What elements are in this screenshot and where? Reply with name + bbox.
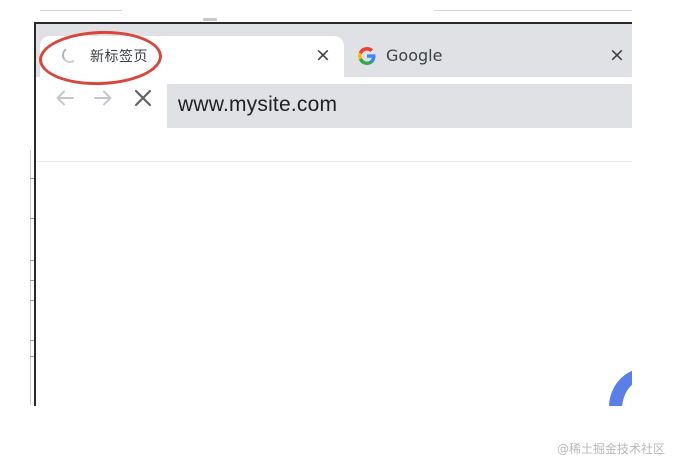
google-g-icon — [358, 47, 376, 65]
address-bar-url: www.mysite.com — [178, 93, 338, 116]
background-line — [40, 10, 122, 11]
close-icon — [134, 89, 152, 107]
watermark: @稀土掘金技术社区 — [556, 442, 665, 456]
tab-close-button[interactable]: × — [606, 44, 628, 66]
arrow-left-icon — [56, 90, 74, 106]
stop-loading-button[interactable] — [128, 83, 158, 113]
arrow-right-icon — [94, 90, 112, 106]
tab-title: Google — [386, 46, 443, 65]
background-mark — [203, 18, 217, 21]
browser-toolbar: www.mysite.com — [36, 77, 632, 162]
background-line — [434, 10, 632, 11]
address-bar[interactable]: www.mysite.com — [167, 84, 632, 128]
tab-close-button[interactable]: × — [312, 44, 334, 66]
screenshot-stage: 新标签页 × Google × www.mysite.com @稀土掘金技术社区 — [0, 0, 675, 465]
back-button[interactable] — [50, 83, 80, 113]
tab-google[interactable]: Google × — [344, 36, 632, 77]
blue-arc-graphic — [609, 370, 632, 406]
page-content — [36, 162, 632, 406]
forward-button[interactable] — [88, 83, 118, 113]
